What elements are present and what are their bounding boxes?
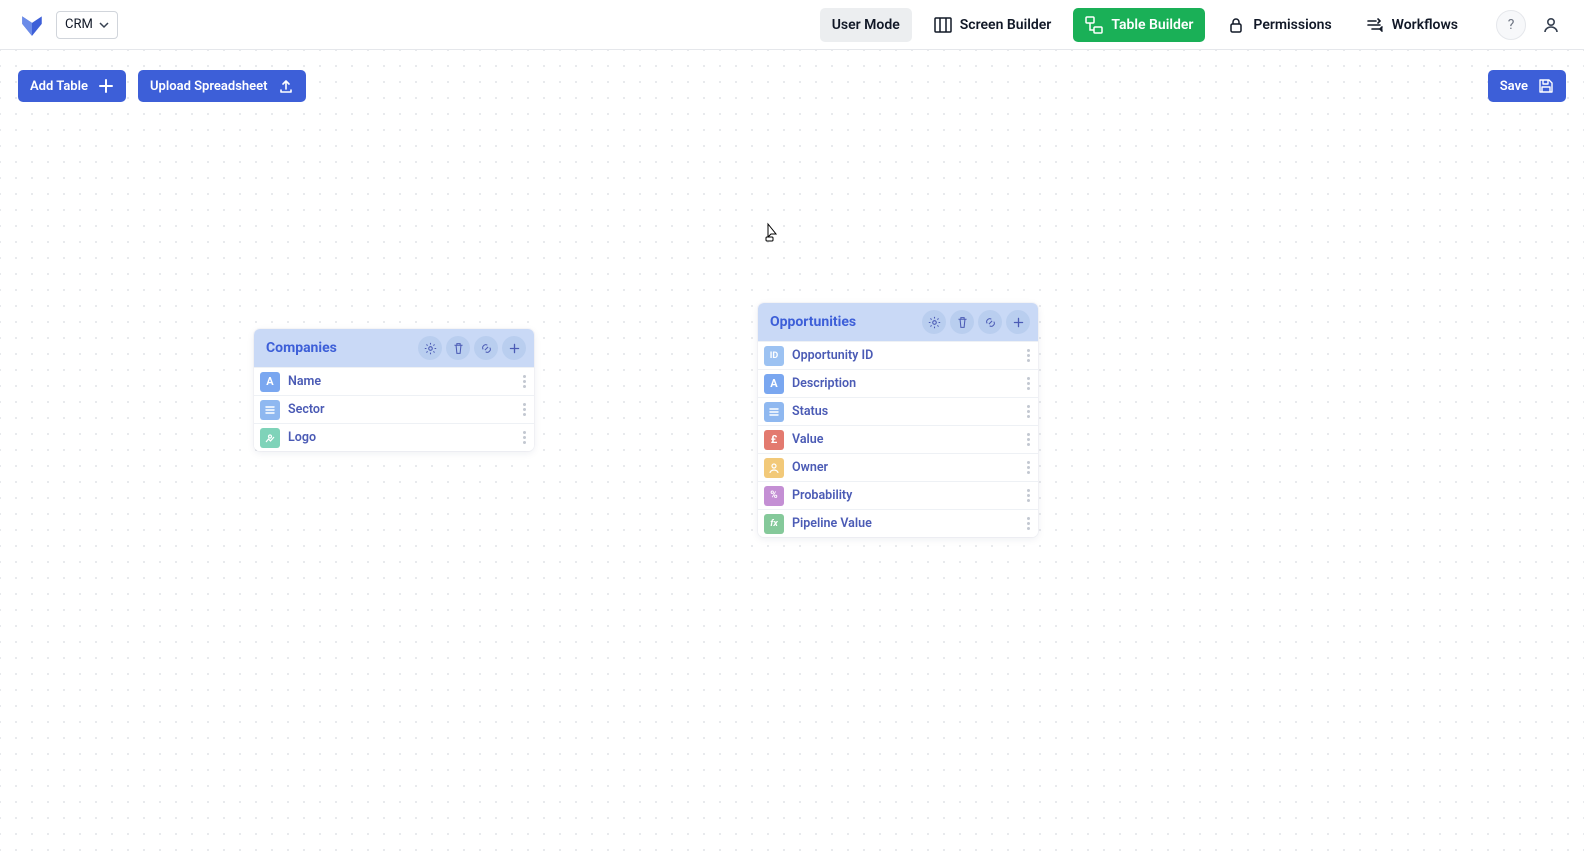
field-label: Pipeline Value [792, 516, 1017, 531]
user-mode-button[interactable]: User Mode [820, 8, 912, 42]
field-row[interactable]: A Description [758, 369, 1038, 397]
canvas-toolbar: Add Table Upload Spreadsheet [18, 70, 306, 102]
field-menu-icon[interactable] [521, 375, 528, 388]
field-menu-icon[interactable] [1025, 377, 1032, 390]
field-row[interactable]: Logo [254, 423, 534, 451]
field-label: Probability [792, 488, 1017, 503]
gear-icon[interactable] [418, 336, 442, 360]
table-header[interactable]: Opportunities [758, 303, 1038, 341]
tables-icon [1085, 16, 1103, 34]
upload-spreadsheet-button[interactable]: Upload Spreadsheet [138, 70, 306, 102]
help-label: ? [1508, 17, 1515, 33]
button-label: Save [1500, 79, 1528, 94]
button-label: Upload Spreadsheet [150, 79, 268, 94]
field-label: Logo [288, 430, 513, 445]
field-menu-icon[interactable] [1025, 349, 1032, 362]
field-menu-icon[interactable] [521, 403, 528, 416]
field-row[interactable]: ID Opportunity ID [758, 341, 1038, 369]
field-type-icon [260, 400, 280, 420]
workflow-icon [1366, 16, 1384, 34]
table-header-actions [418, 336, 526, 360]
plus-icon [98, 78, 114, 94]
field-label: Owner [792, 460, 1017, 475]
field-row[interactable]: A Name [254, 367, 534, 395]
lock-icon [1227, 16, 1245, 34]
field-type-icon: A [764, 374, 784, 394]
field-type-icon: A [260, 372, 280, 392]
field-menu-icon[interactable] [1025, 517, 1032, 530]
save-icon [1538, 78, 1554, 94]
field-type-icon [764, 402, 784, 422]
save-button[interactable]: Save [1488, 70, 1566, 102]
columns-icon [934, 16, 952, 34]
permissions-button[interactable]: Permissions [1215, 8, 1343, 42]
field-row[interactable]: Status [758, 397, 1038, 425]
field-type-icon: fx [764, 514, 784, 534]
field-menu-icon[interactable] [521, 431, 528, 444]
table-title: Opportunities [770, 314, 922, 330]
chevron-down-icon [99, 20, 109, 30]
field-row[interactable]: Owner [758, 453, 1038, 481]
link-icon[interactable] [978, 310, 1002, 334]
nav-label: Screen Builder [960, 17, 1052, 33]
trash-icon[interactable] [950, 310, 974, 334]
field-type-icon [764, 458, 784, 478]
nav-label: Permissions [1253, 17, 1331, 33]
trash-icon[interactable] [446, 336, 470, 360]
field-label: Value [792, 432, 1017, 447]
nav-label: User Mode [832, 17, 900, 33]
app-selector[interactable]: CRM [56, 11, 118, 39]
field-row[interactable]: £ Value [758, 425, 1038, 453]
field-label: Description [792, 376, 1017, 391]
table-header[interactable]: Companies [254, 329, 534, 367]
table-card-opportunities[interactable]: Opportunities ID Opportunity ID A Descripti… [758, 303, 1038, 537]
top-bar: CRM User Mode Screen Builder Table Build… [0, 0, 1584, 50]
plus-icon[interactable] [1006, 310, 1030, 334]
field-type-icon [260, 428, 280, 448]
app-logo-icon [18, 11, 46, 39]
workflows-button[interactable]: Workflows [1354, 8, 1470, 42]
field-type-icon: £ [764, 430, 784, 450]
table-card-companies[interactable]: Companies A Name Sector Logo [254, 329, 534, 451]
table-builder-button[interactable]: Table Builder [1073, 8, 1205, 42]
screen-builder-button[interactable]: Screen Builder [922, 8, 1064, 42]
app-selector-label: CRM [65, 17, 93, 32]
table-title: Companies [266, 340, 418, 356]
gear-icon[interactable] [922, 310, 946, 334]
field-menu-icon[interactable] [1025, 433, 1032, 446]
help-button[interactable]: ? [1496, 10, 1526, 40]
nav-label: Table Builder [1111, 17, 1193, 33]
field-row[interactable]: fx Pipeline Value [758, 509, 1038, 537]
plus-icon[interactable] [502, 336, 526, 360]
field-menu-icon[interactable] [1025, 405, 1032, 418]
link-icon[interactable] [474, 336, 498, 360]
table-header-actions [922, 310, 1030, 334]
canvas[interactable]: Add Table Upload Spreadsheet Save Compan… [0, 50, 1584, 862]
field-row[interactable]: Sector [254, 395, 534, 423]
profile-button[interactable] [1536, 10, 1566, 40]
nav-label: Workflows [1392, 17, 1458, 33]
field-label: Status [792, 404, 1017, 419]
field-menu-icon[interactable] [1025, 461, 1032, 474]
field-label: Opportunity ID [792, 348, 1017, 363]
field-menu-icon[interactable] [1025, 489, 1032, 502]
add-table-button[interactable]: Add Table [18, 70, 126, 102]
nav: User Mode Screen Builder Table Builder P… [820, 8, 1566, 42]
button-label: Add Table [30, 79, 88, 94]
upload-icon [278, 78, 294, 94]
field-type-icon: % [764, 486, 784, 506]
field-row[interactable]: % Probability [758, 481, 1038, 509]
field-label: Name [288, 374, 513, 389]
field-label: Sector [288, 402, 513, 417]
field-type-icon: ID [764, 346, 784, 366]
person-icon [1541, 15, 1561, 35]
